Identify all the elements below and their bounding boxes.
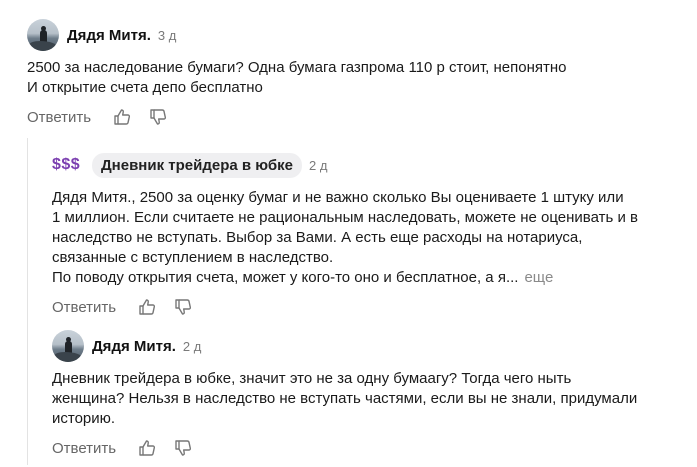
thumbs-down-icon[interactable] <box>149 108 167 126</box>
comment-header: Дядя Митя. 2 д <box>52 328 687 364</box>
thread-line <box>27 138 28 465</box>
comment-line: женщина? Нельзя в наследство не вступать… <box>52 390 638 407</box>
reply-button[interactable]: Ответить <box>27 109 91 126</box>
comment-actions: Ответить <box>27 106 687 128</box>
author-name[interactable]: Дядя Митя. <box>67 27 151 44</box>
thumbs-down-icon[interactable] <box>174 298 192 316</box>
comment-text: 2500 за наследование бумаги? Одна бумага… <box>27 58 687 98</box>
comment-line: И открытие счета депо бесплатно <box>27 79 263 96</box>
comment-line-text: По поводу открытия счета, может у кого-т… <box>52 269 519 286</box>
comment-actions: Ответить <box>52 296 687 318</box>
comment-line: наследство не вступать. Выбор за Вами. А… <box>52 229 583 246</box>
comment-line: связанные с вступлением в наследство. <box>52 249 334 266</box>
avatar[interactable] <box>52 330 84 362</box>
thumbs-up-icon[interactable] <box>113 108 131 126</box>
comment-time: 2 д <box>182 338 202 354</box>
comment: Дядя Митя. 2 д Дневник трейдера в юбке, … <box>52 328 687 459</box>
comment-actions: Ответить <box>52 437 687 459</box>
comment-time: 2 д <box>309 157 328 173</box>
comment-header: Дядя Митя. 3 д <box>27 17 687 53</box>
comment-header: $$$ Дневник трейдера в юбке 2 д <box>52 147 687 183</box>
comment-time: 3 д <box>157 27 177 43</box>
avatar[interactable]: $$$ <box>52 156 84 174</box>
author-name[interactable]: Дядя Митя. <box>92 338 176 355</box>
comment-line: Дядя Митя., 2500 за оценку бумаг и не ва… <box>52 189 624 206</box>
more-link[interactable]: еще <box>524 269 553 286</box>
comment-text: Дневник трейдера в юбке, значит это не з… <box>52 369 687 429</box>
comment: Дядя Митя. 3 д 2500 за наследование бума… <box>27 17 687 128</box>
comment-line: По поводу открытия счета, может у кого-т… <box>52 268 687 288</box>
thumbs-up-icon[interactable] <box>138 439 156 457</box>
comment-line: 2500 за наследование бумаги? Одна бумага… <box>27 59 567 76</box>
comment-line: 1 миллион. Если считаете не рациональным… <box>52 209 638 226</box>
author-name[interactable]: Дневник трейдера в юбке <box>92 152 302 178</box>
thumbs-up-icon[interactable] <box>138 298 156 316</box>
thumbs-down-icon[interactable] <box>174 439 192 457</box>
comment-line: Дневник трейдера в юбке, значит это не з… <box>52 370 572 387</box>
reply-button[interactable]: Ответить <box>52 299 116 316</box>
reply-button[interactable]: Ответить <box>52 440 116 457</box>
comment-text: Дядя Митя., 2500 за оценку бумаг и не ва… <box>52 188 687 288</box>
comment: $$$ Дневник трейдера в юбке 2 д Дядя Мит… <box>52 147 687 318</box>
comment-line: историю. <box>52 410 116 427</box>
avatar[interactable] <box>27 19 59 51</box>
